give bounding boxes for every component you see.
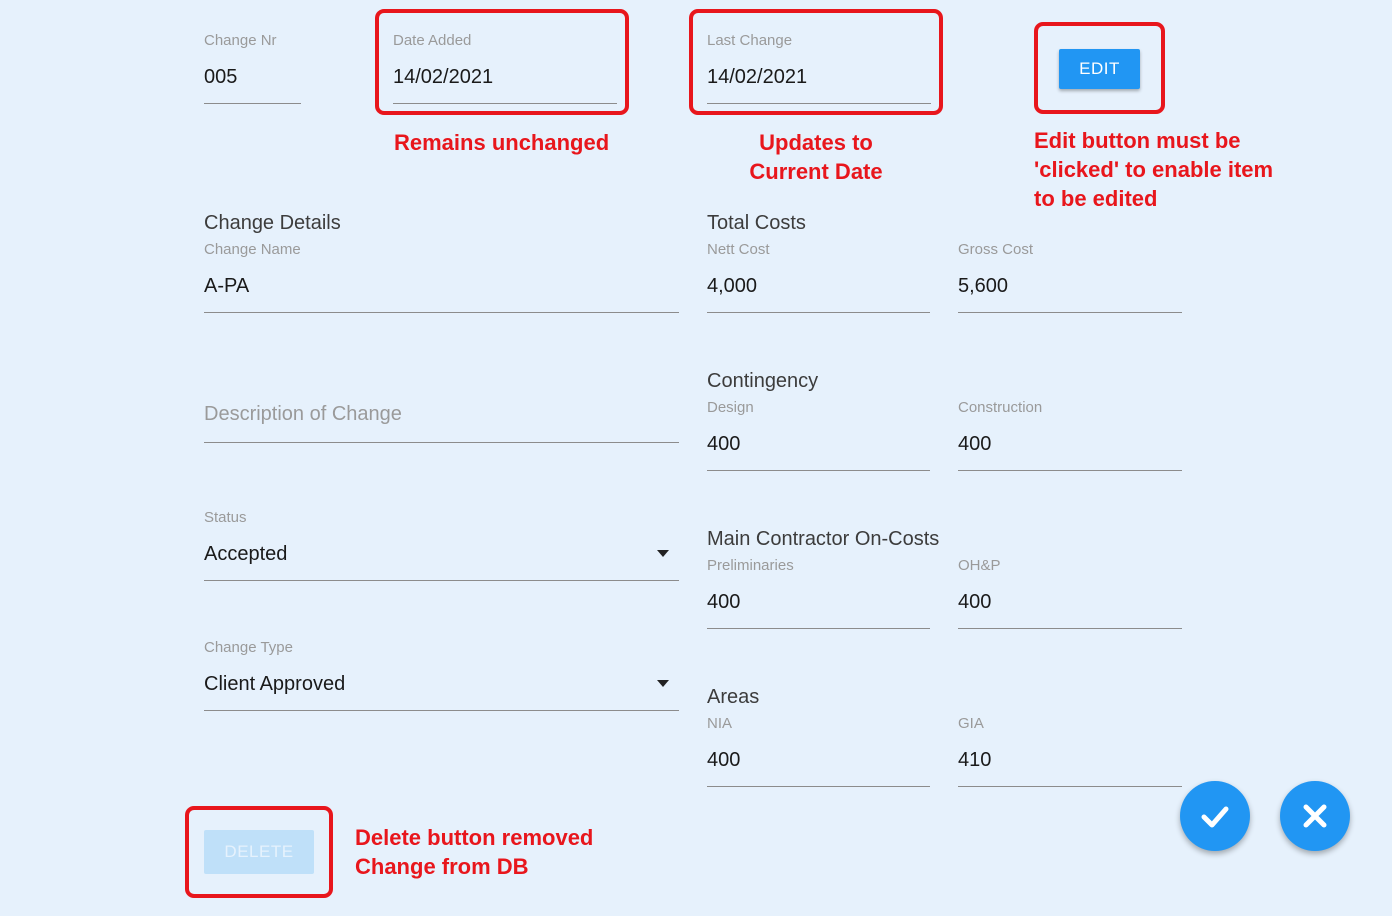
ohp-label: OH&P	[958, 557, 1001, 574]
gia-label: GIA	[958, 715, 984, 732]
areas-title: Areas	[707, 686, 760, 708]
edit-note-line2: 'clicked' to enable item	[1034, 157, 1274, 182]
gross-cost-label: Gross Cost	[958, 241, 1034, 258]
last-change-field[interactable]: 14/02/2021	[707, 66, 807, 89]
last-change-note-line1: Updates to	[759, 130, 873, 155]
contingency-title: Contingency	[707, 370, 819, 392]
design-field[interactable]: 400	[707, 433, 740, 456]
nett-cost-field[interactable]: 4,000	[707, 275, 757, 298]
delete-note-line1: Delete button removed	[355, 825, 594, 850]
construction-underline	[958, 470, 1182, 471]
delete-note-line2: Change from DB	[355, 854, 529, 879]
delete-button[interactable]: DELETE	[204, 830, 314, 874]
description-underline	[204, 442, 679, 443]
date-added-label: Date Added	[393, 32, 472, 49]
change-name-field[interactable]: A-PA	[204, 275, 249, 298]
change-type-select[interactable]: Client Approved	[204, 673, 345, 696]
change-type-label: Change Type	[204, 639, 293, 656]
construction-field[interactable]: 400	[958, 433, 991, 456]
change-type-dropdown-icon[interactable]	[657, 680, 669, 687]
nia-underline	[707, 786, 930, 787]
last-change-note: Updates to Current Date	[696, 128, 936, 186]
design-label: Design	[707, 399, 754, 416]
nett-cost-label: Nett Cost	[707, 241, 770, 258]
status-label: Status	[204, 509, 247, 526]
change-name-label: Change Name	[204, 241, 301, 258]
change-details-title: Change Details	[204, 212, 341, 234]
change-name-underline	[204, 312, 679, 313]
preliminaries-label: Preliminaries	[707, 557, 794, 574]
gross-cost-underline	[958, 312, 1182, 313]
design-underline	[707, 470, 930, 471]
ohp-field[interactable]: 400	[958, 591, 991, 614]
date-added-field[interactable]: 14/02/2021	[393, 66, 493, 89]
last-change-underline	[707, 103, 931, 104]
edit-note-line1: Edit button must be	[1034, 128, 1241, 153]
status-select[interactable]: Accepted	[204, 543, 287, 566]
status-underline	[204, 580, 679, 581]
edit-button[interactable]: EDIT	[1059, 49, 1140, 89]
on-costs-title: Main Contractor On-Costs	[707, 528, 940, 550]
gross-cost-field[interactable]: 5,600	[958, 275, 1008, 298]
nia-field[interactable]: 400	[707, 749, 740, 772]
last-change-label: Last Change	[707, 32, 793, 49]
edit-note-line3: to be edited	[1034, 186, 1158, 211]
cancel-button[interactable]	[1280, 781, 1350, 851]
nett-cost-underline	[707, 312, 930, 313]
ohp-underline	[958, 628, 1182, 629]
date-added-note: Remains unchanged	[394, 130, 610, 155]
confirm-button[interactable]	[1180, 781, 1250, 851]
check-icon	[1201, 806, 1229, 828]
status-dropdown-icon[interactable]	[657, 550, 669, 557]
change-nr-underline	[204, 103, 301, 104]
delete-note: Delete button removed Change from DB	[355, 823, 593, 881]
last-change-note-line2: Current Date	[749, 159, 883, 184]
change-type-underline	[204, 710, 679, 711]
description-field[interactable]: Description of Change	[204, 403, 402, 426]
date-added-underline	[393, 103, 617, 104]
construction-label: Construction	[958, 399, 1043, 416]
change-nr-value: 005	[204, 66, 238, 88]
total-costs-title: Total Costs	[707, 212, 806, 234]
gia-field[interactable]: 410	[958, 749, 991, 772]
preliminaries-field[interactable]: 400	[707, 591, 740, 614]
date-added-highlight-box	[375, 9, 629, 115]
preliminaries-underline	[707, 628, 930, 629]
last-change-highlight-box	[689, 9, 943, 115]
close-icon	[1303, 804, 1327, 828]
edit-note: Edit button must be 'clicked' to enable …	[1034, 126, 1273, 213]
gia-underline	[958, 786, 1182, 787]
nia-label: NIA	[707, 715, 733, 732]
change-nr-label: Change Nr	[204, 32, 277, 49]
